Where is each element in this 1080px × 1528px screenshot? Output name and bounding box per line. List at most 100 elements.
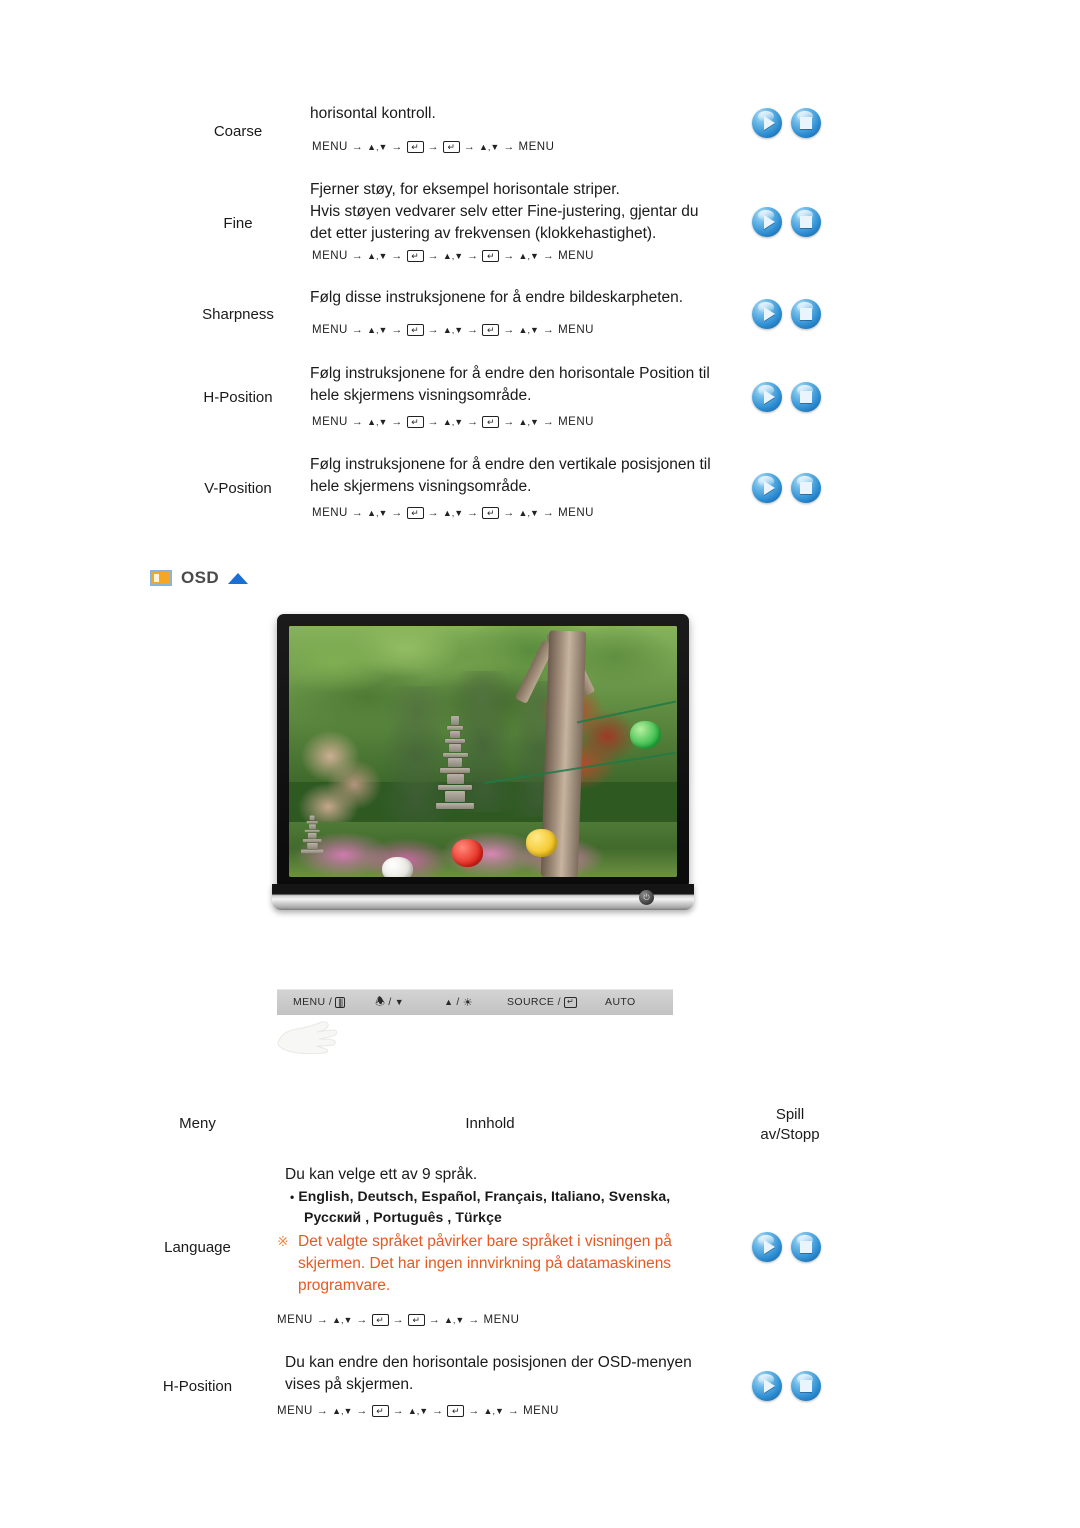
- play-button[interactable]: [752, 108, 782, 138]
- seq-enter-key-icon: ↵: [406, 324, 424, 336]
- menu-bars-icon: |||: [335, 996, 346, 1008]
- stop-button[interactable]: [791, 1232, 821, 1262]
- stop-icon: [791, 299, 821, 329]
- control-button-auto[interactable]: AUTO: [605, 996, 636, 1008]
- seq-arrow-icon: →: [316, 1405, 329, 1417]
- up-triangle-icon[interactable]: [228, 572, 249, 584]
- stop-button[interactable]: [791, 207, 821, 237]
- stop-button[interactable]: [791, 299, 821, 329]
- description-coarse: horisontal kontroll.: [310, 103, 730, 125]
- scene-red-lantern: [451, 839, 483, 867]
- seq-updown-icon: ▲,▼: [367, 416, 388, 427]
- seq-arrow-icon: →: [432, 1405, 444, 1417]
- menu-label-v-position: V-Position: [204, 480, 272, 497]
- seq-menu-start: MENU: [312, 141, 348, 153]
- seq-arrow-icon: →: [427, 141, 439, 153]
- control-button-menu[interactable]: MENU / |||: [293, 996, 346, 1008]
- key-sequence-sharpness: MENU → ▲,▼ → ↵ → ▲,▼ → ↵ → ▲,▼ → MENU: [312, 324, 594, 336]
- seq-arrow-icon: →: [391, 324, 403, 336]
- play-icon: [752, 299, 782, 329]
- seq-updown-icon: ▲,▼: [518, 416, 539, 427]
- play-button[interactable]: [752, 1371, 782, 1401]
- playstop-controls-language[interactable]: [752, 1232, 821, 1262]
- control-button-source[interactable]: SOURCE / ↵: [507, 996, 578, 1008]
- playstop-controls-fine[interactable]: [752, 207, 821, 237]
- seq-updown-icon: ▲,▼: [407, 1405, 429, 1416]
- play-button[interactable]: [752, 299, 782, 329]
- seq-enter-key-icon: ↵: [406, 507, 424, 519]
- brightness-icon: ☀: [462, 996, 473, 1009]
- seq-arrow-icon: →: [463, 141, 476, 153]
- seq-menu-end: MENU: [523, 1405, 559, 1417]
- seq-arrow-icon: →: [391, 250, 403, 262]
- seq-arrow-icon: →: [351, 141, 364, 153]
- note-asterisk-icon: ※: [277, 1233, 289, 1249]
- power-icon[interactable]: ⏻: [639, 890, 654, 905]
- seq-arrow-icon: →: [503, 141, 515, 153]
- desc-line: hele skjermens visningsområde.: [310, 478, 532, 495]
- seq-arrow-icon: →: [468, 1314, 480, 1326]
- playstop-controls-h-position[interactable]: [752, 382, 821, 412]
- seq-arrow-icon: →: [356, 1314, 368, 1326]
- language-list-line1: • English, Deutsch, Español, Français, It…: [290, 1186, 690, 1207]
- desc-line: Følg instruksjonene for å endre den hori…: [310, 365, 710, 382]
- seq-updown-icon: ▲,▼: [518, 324, 539, 335]
- section-title: OSD: [181, 568, 220, 587]
- seq-arrow-icon: →: [467, 250, 479, 262]
- desc-line: vises på skjermen.: [285, 1376, 414, 1393]
- scene-yellow-lantern: [525, 829, 557, 857]
- desc-line: Du kan endre den horisontale posisjonen …: [285, 1354, 692, 1371]
- seq-arrow-icon: →: [351, 324, 364, 336]
- stop-button[interactable]: [791, 1371, 821, 1401]
- play-button[interactable]: [752, 473, 782, 503]
- bottom-table-header-playstop: Spill av/Stopp: [730, 1105, 850, 1146]
- seq-updown-icon: ▲,▼: [479, 141, 500, 152]
- seq-menu-end: MENU: [558, 416, 594, 428]
- seq-updown-icon: ▲,▼: [483, 1405, 504, 1416]
- seq-menu-end: MENU: [558, 324, 594, 336]
- monitor-control-bar[interactable]: MENU / ||| 🕭 / ▼ ▲ / ☀ SOURCE / ↵ AUTO: [277, 989, 673, 1015]
- seq-enter-key-icon: ↵: [482, 250, 500, 262]
- desc-line: horisontal kontroll.: [310, 105, 436, 122]
- seq-updown-icon: ▲,▼: [367, 324, 388, 335]
- seq-arrow-icon: →: [351, 250, 364, 262]
- seq-updown-icon: ▲,▼: [518, 250, 539, 261]
- menu-label-osd-h-position: H-Position: [162, 1378, 233, 1395]
- seq-arrow-icon: →: [542, 250, 555, 262]
- language-note: ※ Det valgte språket påvirker bare språk…: [277, 1231, 687, 1297]
- stop-button[interactable]: [791, 108, 821, 138]
- play-icon: [752, 1232, 782, 1262]
- play-button[interactable]: [752, 382, 782, 412]
- scene-flowerbed: [289, 821, 677, 877]
- seq-arrow-icon: →: [542, 416, 555, 428]
- seq-arrow-icon: →: [503, 250, 515, 262]
- desc-line: Følg disse instruksjonene for å endre bi…: [310, 289, 684, 306]
- description-fine: Fjerner støy, for eksempel horisontale s…: [310, 179, 740, 245]
- key-sequence-language: MENU → ▲,▼ → ↵ → ↵ → ▲,▼ → MENU: [277, 1314, 519, 1326]
- play-button[interactable]: [752, 1232, 782, 1262]
- playstop-controls-coarse[interactable]: [752, 108, 821, 138]
- stop-button[interactable]: [791, 382, 821, 412]
- playstop-controls-sharpness[interactable]: [752, 299, 821, 329]
- note-line: skjermen. Det har ingen innvirkning på d…: [298, 1255, 672, 1272]
- down-arrow-icon: ▼: [394, 997, 405, 1007]
- seq-menu-end: MENU: [558, 507, 594, 519]
- seq-arrow-icon: →: [391, 507, 403, 519]
- seq-arrow-icon: →: [351, 507, 364, 519]
- stop-button[interactable]: [791, 473, 821, 503]
- scene-green-lantern: [630, 721, 662, 749]
- seq-enter-key-icon: ↵: [406, 416, 424, 428]
- seq-arrow-icon: →: [467, 416, 479, 428]
- seq-updown-icon: ▲,▼: [367, 250, 388, 261]
- control-button-volume-down[interactable]: 🕭 / ▼: [375, 993, 404, 1012]
- seq-updown-icon: ▲,▼: [442, 324, 464, 335]
- seq-arrow-icon: →: [391, 416, 403, 428]
- control-button-brightness[interactable]: ▲ / ☀: [444, 996, 473, 1009]
- description-sharpness: Følg disse instruksjonene for å endre bi…: [310, 287, 740, 309]
- control-label-slash: /: [456, 996, 460, 1008]
- seq-arrow-icon: →: [351, 416, 364, 428]
- playstop-controls-v-position[interactable]: [752, 473, 821, 503]
- playstop-controls-osd-h-position[interactable]: [752, 1371, 821, 1401]
- play-button[interactable]: [752, 207, 782, 237]
- seq-arrow-icon: →: [427, 416, 439, 428]
